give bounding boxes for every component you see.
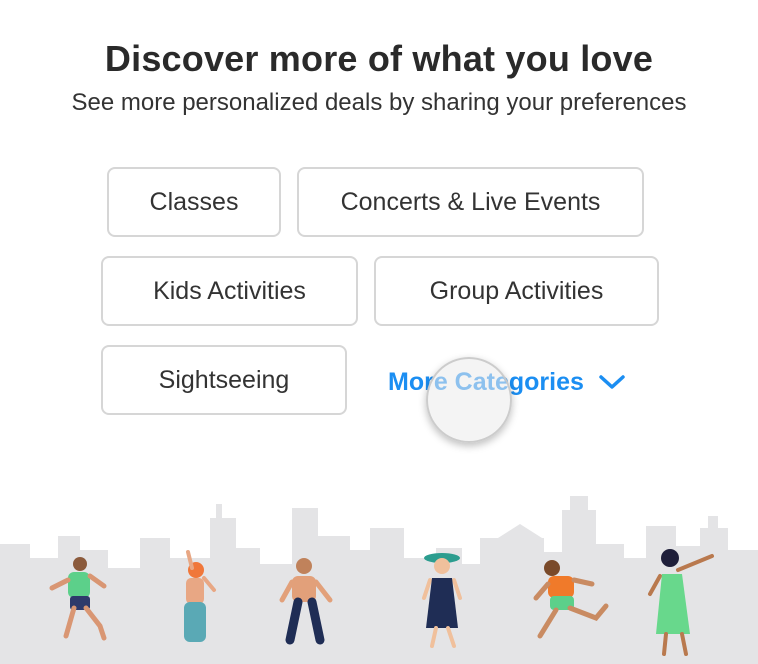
city-skyline <box>0 496 758 664</box>
page-title: Discover more of what you love <box>104 38 654 79</box>
category-classes-button[interactable]: Classes <box>107 167 281 237</box>
category-group-activities-button[interactable]: Group Activities <box>374 256 659 326</box>
page-subtitle: See more personalized deals by sharing y… <box>71 89 687 116</box>
category-concerts-button[interactable]: Concerts & Live Events <box>297 167 644 237</box>
touch-indicator <box>426 357 512 443</box>
city-dancers-illustration <box>0 496 758 664</box>
chevron-down-icon <box>599 375 625 389</box>
category-sightseeing-button[interactable]: Sightseeing <box>101 345 347 415</box>
category-kids-activities-button[interactable]: Kids Activities <box>101 256 358 326</box>
